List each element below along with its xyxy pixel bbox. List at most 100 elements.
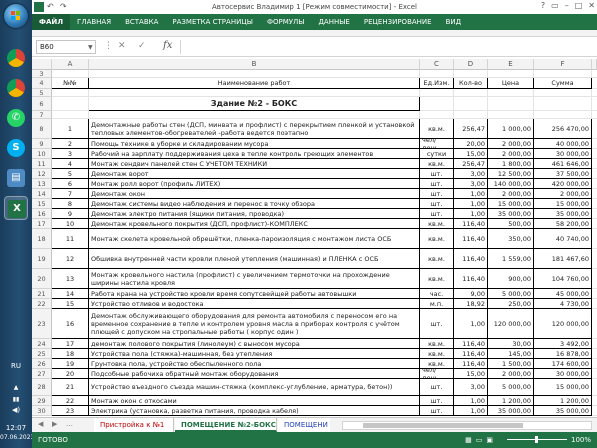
cell-b[interactable]: Монтаж кровельного настила (профлист) с … bbox=[89, 269, 420, 289]
cell-f[interactable]: 45 000,00 bbox=[534, 289, 592, 299]
cell-c[interactable]: шт. bbox=[420, 379, 454, 396]
cell-e[interactable]: 250,00 bbox=[488, 299, 534, 309]
language-indicator[interactable]: RU bbox=[0, 362, 32, 370]
cell-g[interactable] bbox=[592, 78, 597, 89]
cell-f[interactable]: 420 000,00 bbox=[534, 179, 592, 189]
cell-e[interactable]: 15 000,00 bbox=[488, 199, 534, 209]
cell-g[interactable] bbox=[592, 396, 597, 406]
cell-f[interactable]: 181 467,60 bbox=[534, 249, 592, 269]
cell-e[interactable] bbox=[488, 70, 534, 78]
cell-b[interactable]: Помощь технике в уборке и складировании … bbox=[89, 139, 420, 149]
cell-c[interactable]: кв.м. bbox=[420, 339, 454, 349]
cell-d[interactable]: 116,40 bbox=[454, 249, 488, 269]
cell-e[interactable]: 12 500,00 bbox=[488, 169, 534, 179]
cell-g[interactable] bbox=[592, 209, 597, 219]
row-header[interactable]: 16 bbox=[32, 209, 52, 219]
enter-icon[interactable]: ✓ bbox=[138, 41, 146, 51]
taskbar-chrome[interactable] bbox=[4, 46, 28, 70]
clock-time[interactable]: 12:07 bbox=[0, 424, 32, 432]
volume-icon[interactable]: ◀) bbox=[0, 406, 32, 414]
cell-a[interactable] bbox=[52, 111, 89, 119]
cell-g[interactable] bbox=[592, 349, 597, 359]
sheet-tab-box[interactable]: ПОМЕЩЕНИЕ №2-БОКС bbox=[175, 418, 277, 432]
column-header-g[interactable] bbox=[592, 59, 597, 70]
row-header[interactable]: 19 bbox=[32, 249, 52, 269]
cell-c[interactable] bbox=[420, 111, 454, 119]
cell-f[interactable] bbox=[534, 70, 592, 78]
minimize-icon[interactable]: – bbox=[565, 1, 569, 10]
column-header-d[interactable]: D bbox=[454, 59, 488, 70]
cell-a[interactable] bbox=[52, 97, 89, 111]
ribbon-display-icon[interactable]: ▭ bbox=[551, 1, 559, 10]
cell-a[interactable]: 14 bbox=[52, 289, 89, 299]
cell-c[interactable]: шт. bbox=[420, 396, 454, 406]
cell-c[interactable]: кв.м. bbox=[420, 159, 454, 169]
tab-view[interactable]: ВИД bbox=[439, 14, 469, 30]
cell-g[interactable] bbox=[592, 119, 597, 139]
cell-g[interactable] bbox=[592, 189, 597, 199]
cell-f[interactable]: 40 000,00 bbox=[534, 139, 592, 149]
cell-c[interactable] bbox=[420, 70, 454, 78]
cell-e[interactable]: 1 200,00 bbox=[488, 396, 534, 406]
tray-arrow-icon[interactable]: ▲ bbox=[0, 384, 32, 391]
row-header[interactable]: 14 bbox=[32, 189, 52, 199]
row-header[interactable]: 30 bbox=[32, 406, 52, 416]
cell-c[interactable]: шт. bbox=[420, 406, 454, 416]
cell-a[interactable] bbox=[52, 70, 89, 78]
cell-e[interactable]: 2 000,00 bbox=[488, 149, 534, 159]
cell-d[interactable]: 1,00 bbox=[454, 189, 488, 199]
cell-b[interactable]: Монтаж окон с откосами bbox=[89, 396, 420, 406]
header-cell-b[interactable]: Наименование работ bbox=[89, 78, 420, 89]
cell-b[interactable]: Устройства пола (стяжка)-машинная, без у… bbox=[89, 349, 420, 359]
cell-b[interactable] bbox=[89, 111, 420, 119]
row-header[interactable]: 5 bbox=[32, 89, 52, 97]
tab-home[interactable]: ГЛАВНАЯ bbox=[70, 14, 118, 30]
cell-f[interactable]: 461 646,00 bbox=[534, 159, 592, 169]
row-header[interactable]: 23 bbox=[32, 309, 52, 339]
cell-e[interactable]: 5 000,00 bbox=[488, 379, 534, 396]
cell-a[interactable]: 9 bbox=[52, 209, 89, 219]
cell-g[interactable] bbox=[592, 379, 597, 396]
header-cell-f[interactable]: Сумма bbox=[534, 78, 592, 89]
cell-a[interactable]: 5 bbox=[52, 169, 89, 179]
cell-g[interactable] bbox=[592, 406, 597, 416]
cell-c[interactable]: кв.м. bbox=[420, 229, 454, 249]
cell-g[interactable] bbox=[592, 89, 597, 97]
row-header[interactable]: 11 bbox=[32, 159, 52, 169]
cell-f[interactable]: 37 500,00 bbox=[534, 169, 592, 179]
row-header[interactable]: 18 bbox=[32, 229, 52, 249]
cell-d[interactable] bbox=[454, 70, 488, 78]
row-header[interactable]: 3 bbox=[32, 70, 52, 78]
cell-f[interactable]: 30 000,00 bbox=[534, 149, 592, 159]
cell-f[interactable] bbox=[534, 89, 592, 97]
cell-d[interactable]: 20,00 bbox=[454, 139, 488, 149]
cell-b[interactable]: Демонтаж системы видео наблюдения и пере… bbox=[89, 199, 420, 209]
row-header[interactable]: 24 bbox=[32, 339, 52, 349]
cell-c[interactable]: шт. bbox=[420, 209, 454, 219]
zoom-slider-thumb[interactable] bbox=[535, 436, 538, 443]
cell-b[interactable]: Демонтаж ворот bbox=[89, 169, 420, 179]
cell-a[interactable]: 4 bbox=[52, 159, 89, 169]
cell-e[interactable] bbox=[488, 111, 534, 119]
cell-f[interactable]: 104 760,00 bbox=[534, 269, 592, 289]
cell-b[interactable]: Подсобные рабочиха обратный монтаж обору… bbox=[89, 369, 420, 379]
cell-a[interactable]: 7 bbox=[52, 189, 89, 199]
cell-d[interactable]: 256,47 bbox=[454, 159, 488, 169]
cell-c[interactable]: чел/день bbox=[420, 369, 454, 379]
taskbar-explorer[interactable]: ▤ bbox=[4, 166, 28, 190]
cell-b[interactable]: демонтаж полового покрытия (линолеум) с … bbox=[89, 339, 420, 349]
cell-g[interactable] bbox=[592, 199, 597, 209]
cell-a[interactable]: 13 bbox=[52, 269, 89, 289]
row-header[interactable]: 4 bbox=[32, 78, 52, 89]
header-cell-c[interactable]: Ед.Изм. bbox=[420, 78, 454, 89]
more-sheets-icon[interactable]: … bbox=[66, 420, 73, 428]
cell-d[interactable]: 15,00 bbox=[454, 149, 488, 159]
cell-c[interactable]: кв.м. bbox=[420, 349, 454, 359]
cell-f[interactable] bbox=[534, 111, 592, 119]
maximize-icon[interactable]: □ bbox=[575, 1, 583, 10]
row-header[interactable]: 28 bbox=[32, 379, 52, 396]
cell-d[interactable]: 1,00 bbox=[454, 199, 488, 209]
start-button[interactable] bbox=[4, 4, 28, 28]
cell-f[interactable]: 2 000,00 bbox=[534, 189, 592, 199]
tab-data[interactable]: ДАННЫЕ bbox=[311, 14, 356, 30]
